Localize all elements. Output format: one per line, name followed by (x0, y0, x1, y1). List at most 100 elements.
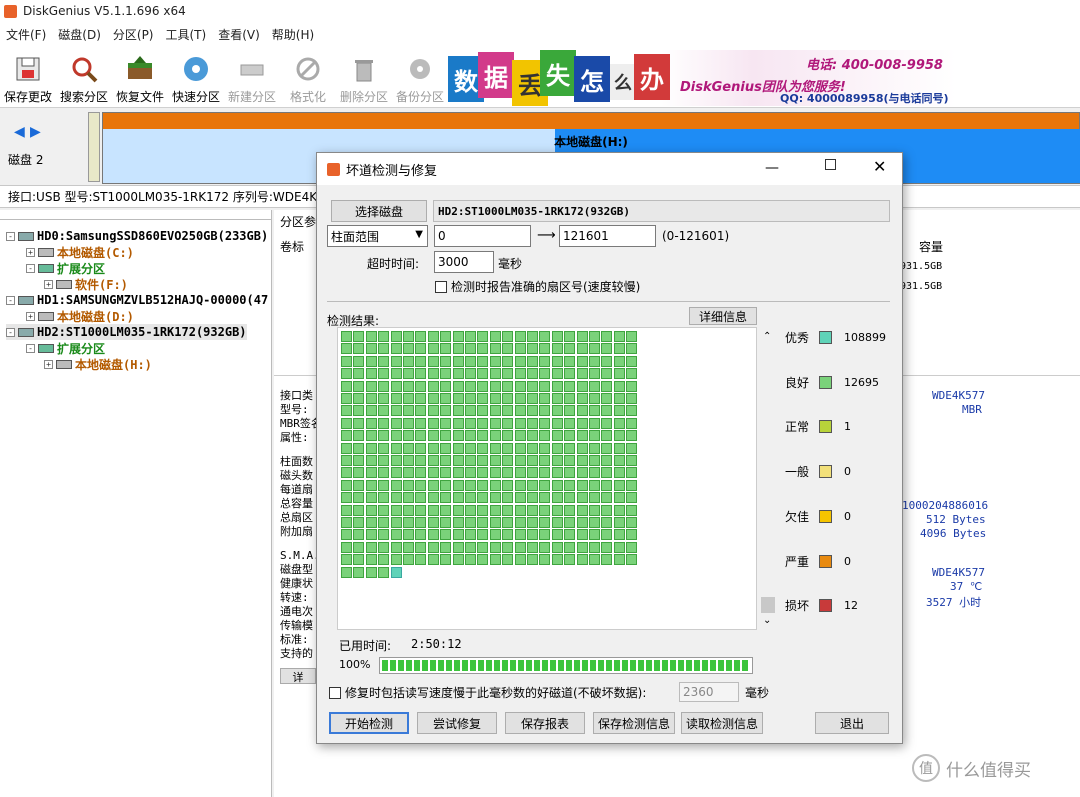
sector-cell (613, 504, 625, 516)
disk-scroll-handle[interactable] (88, 112, 100, 182)
repair-slow-checkbox[interactable] (329, 686, 341, 699)
load-check-info-button[interactable]: 读取检测信息 (681, 712, 763, 734)
sector-cell (539, 541, 551, 553)
separator (327, 301, 890, 302)
sector-cell (527, 405, 538, 417)
sector-cell (440, 554, 452, 566)
grid-scrollbar[interactable]: ⌃ ⌄ (761, 327, 775, 630)
save-changes-button[interactable]: 保存更改 (0, 52, 56, 106)
tree-item-ext0[interactable]: - 扩展分区 (26, 260, 105, 276)
tab-partition-params[interactable]: 分区参 (280, 213, 316, 230)
sector-cell (427, 380, 439, 392)
legend-count: 0 (844, 554, 852, 568)
sector-cell (514, 479, 526, 491)
tree-item-h[interactable]: + 本地磁盘(H:) (44, 356, 152, 372)
tree-item-hd0[interactable]: - HD0:SamsungSSD860EVO250GB(233GB) (6, 228, 268, 244)
tree-item-f[interactable]: + 软件(F:) (44, 276, 128, 292)
sector-cell (551, 504, 563, 516)
sector-cell (452, 554, 464, 566)
maximize-icon[interactable] (825, 159, 836, 170)
menu-partition[interactable]: 分区(P) (107, 26, 160, 43)
sector-cell (465, 467, 476, 479)
tree-item-ext2[interactable]: - 扩展分区 (26, 340, 105, 356)
menu-help[interactable]: 帮助(H) (266, 26, 320, 43)
exit-button[interactable]: 退出 (815, 712, 889, 734)
range-to-input[interactable]: 121601 (559, 225, 656, 247)
sector-cell (551, 529, 563, 541)
report-sector-checkbox[interactable] (435, 280, 447, 293)
menu-tools[interactable]: 工具(T) (160, 26, 213, 43)
banner-char: 么 (610, 64, 636, 100)
promo-banner[interactable]: 数 据 丢 失 怎 么 办 DiskGenius团队为您服务! 电话: 400-… (448, 50, 956, 106)
sector-cell (613, 368, 625, 380)
sector-cell (576, 430, 588, 442)
sector-cell (378, 566, 390, 578)
detail-info-button[interactable]: 详细信息 (689, 307, 757, 325)
minimize-icon[interactable]: — (765, 160, 779, 176)
scroll-up-icon[interactable]: ⌃ (763, 331, 771, 342)
tree-item-hd2[interactable]: - HD2:ST1000LM035-1RK172(932GB) (6, 324, 247, 340)
sector-cell (403, 355, 414, 367)
sector-cell (403, 492, 414, 504)
sector-cell (601, 393, 613, 404)
sector-cell (527, 331, 538, 342)
sector-cell (452, 455, 464, 466)
nav-forward-icon[interactable]: ▶ (30, 124, 41, 140)
sector-cell (514, 504, 526, 516)
sector-cell (341, 380, 352, 392)
report-sector-option[interactable]: 检测时报告准确的扇区号(速度较慢) (435, 278, 640, 295)
sector-cell (378, 492, 390, 504)
legend-swatch (819, 375, 833, 389)
sector-cell (589, 467, 600, 479)
tree-item-d[interactable]: + 本地磁盘(D:) (26, 308, 134, 324)
format-button[interactable]: 格式化 (280, 52, 336, 106)
sector-cell (465, 517, 476, 528)
tree-item-c[interactable]: + 本地磁盘(C:) (26, 244, 134, 260)
range-from-input[interactable]: 0 (434, 225, 531, 247)
sector-cell (576, 442, 588, 454)
close-icon[interactable]: ✕ (873, 157, 886, 176)
select-disk-button[interactable]: 选择磁盘 (331, 200, 427, 222)
tree-item-hd1[interactable]: - HD1:SAMSUNGMZVLB512HAJQ-00000(47 (6, 292, 268, 308)
nav-back-icon[interactable]: ◀ (14, 124, 25, 140)
new-partition-button[interactable]: 新建分区 (224, 52, 280, 106)
scroll-down-icon[interactable]: ⌄ (763, 615, 771, 626)
menu-view[interactable]: 查看(V) (212, 26, 266, 43)
sector-cell (390, 442, 402, 454)
sector-cell (527, 343, 538, 355)
repair-ms-input[interactable]: 2360 (679, 682, 739, 702)
detail-button-partial[interactable]: 详 (280, 668, 316, 684)
sector-cell (601, 380, 613, 392)
sector-cell (390, 554, 402, 566)
timeout-input[interactable]: 3000 (434, 251, 494, 273)
sector-cell (353, 492, 365, 504)
quick-partition-button[interactable]: 快速分区 (168, 52, 224, 106)
menu-disk[interactable]: 磁盘(D) (52, 26, 107, 43)
sector-cell (613, 393, 625, 404)
menu-file[interactable]: 文件(F) (0, 26, 52, 43)
elapsed-label: 已用时间: (339, 639, 392, 653)
sector-cell (403, 529, 414, 541)
save-check-info-button[interactable]: 保存检测信息 (593, 712, 675, 734)
sector-cell (564, 467, 576, 479)
search-partition-button[interactable]: 搜索分区 (56, 52, 112, 106)
sector-cell (465, 492, 476, 504)
sector-cell (502, 479, 514, 491)
try-repair-button[interactable]: 尝试修复 (417, 712, 497, 734)
repair-option[interactable]: 修复时包括读写速度慢于此毫秒数的好磁道(不破坏数据): (329, 684, 646, 701)
backup-partition-button[interactable]: 备份分区 (392, 52, 448, 106)
sector-cell (502, 355, 514, 367)
recover-files-label: 恢复文件 (115, 90, 164, 104)
sector-cell (502, 517, 514, 528)
sector-cell (365, 368, 377, 380)
legend-count: 1 (844, 420, 852, 434)
recover-files-button[interactable]: 恢复文件 (112, 52, 168, 106)
sector-cell (365, 467, 377, 479)
delete-partition-button[interactable]: 删除分区 (336, 52, 392, 106)
save-report-button[interactable]: 保存报表 (505, 712, 585, 734)
scroll-thumb[interactable] (761, 597, 775, 613)
start-check-button[interactable]: 开始检测 (329, 712, 409, 734)
range-type-select[interactable]: 柱面范围 ▼ (327, 225, 428, 247)
sector-cell (589, 331, 600, 342)
sector-cell (539, 529, 551, 541)
